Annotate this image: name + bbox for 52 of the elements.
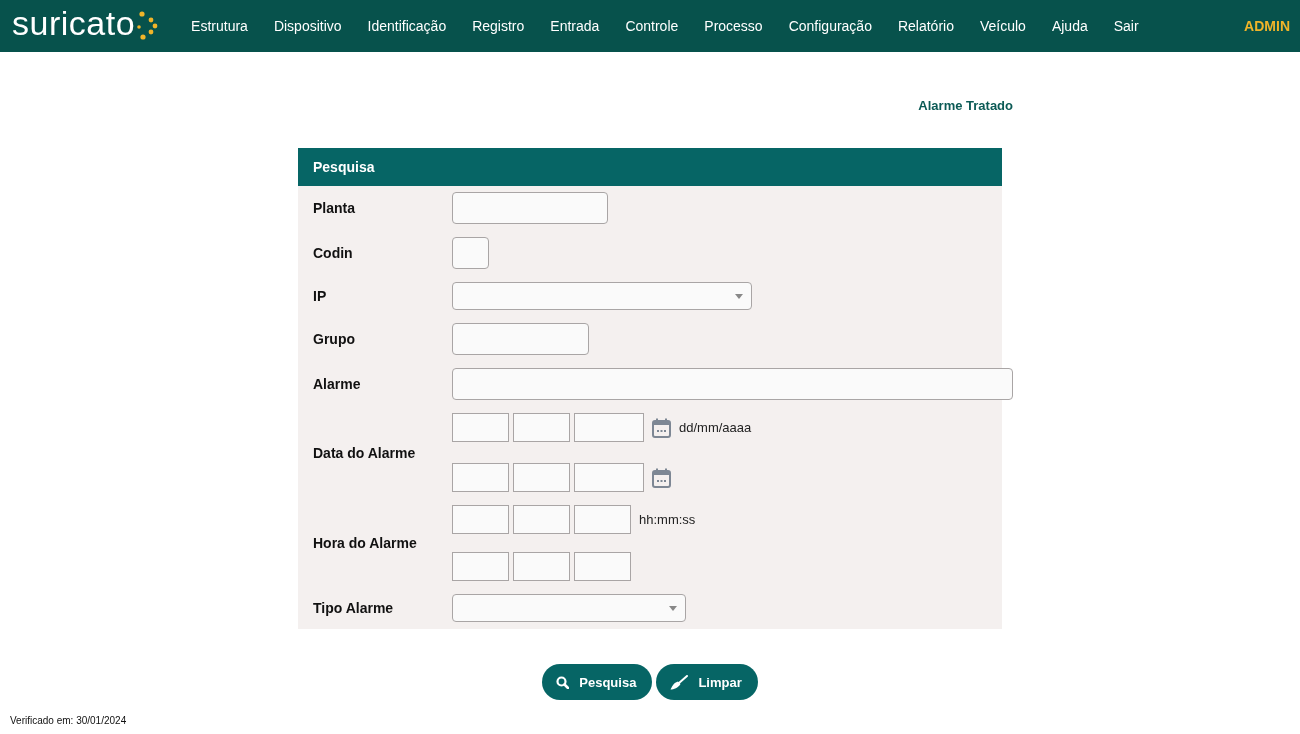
date-part-field[interactable] bbox=[452, 505, 509, 534]
calendar-icon[interactable] bbox=[652, 417, 671, 438]
logo-text: suricato bbox=[12, 6, 136, 44]
date-part-field[interactable] bbox=[452, 463, 509, 492]
format-hint: dd/mm/aaaa bbox=[679, 420, 752, 435]
menu-item[interactable]: Processo bbox=[691, 18, 776, 34]
text-field[interactable] bbox=[452, 323, 589, 355]
date-part-field[interactable] bbox=[513, 505, 570, 534]
menu-item[interactable]: Relatório bbox=[884, 18, 967, 34]
menu-item[interactable]: Sair bbox=[1100, 18, 1152, 34]
search-icon bbox=[556, 675, 570, 689]
date-part-field[interactable] bbox=[513, 463, 570, 492]
page-title: Alarme Tratado bbox=[917, 98, 1013, 113]
date-part-field[interactable] bbox=[574, 413, 644, 442]
search-button[interactable]: Pesquisa bbox=[542, 664, 653, 700]
date-part-field[interactable] bbox=[452, 413, 509, 442]
panel-header: Pesquisa bbox=[298, 148, 1002, 186]
menu-item[interactable]: Registro bbox=[459, 18, 538, 34]
text-field[interactable] bbox=[452, 192, 608, 224]
field-label: Tipo Alarme bbox=[313, 600, 395, 616]
menu-item[interactable]: Configuração bbox=[775, 18, 885, 34]
user-name[interactable]: ADMIN bbox=[1244, 18, 1290, 34]
text-field[interactable] bbox=[452, 237, 489, 269]
verification-date: Verificado em: 30/01/2024 bbox=[10, 715, 127, 726]
text-field[interactable] bbox=[452, 368, 1013, 400]
field-label: Alarme bbox=[313, 376, 362, 392]
menu-item[interactable]: Identificação bbox=[354, 18, 460, 34]
dropdown-field[interactable] bbox=[452, 594, 686, 622]
dropdown-field[interactable] bbox=[452, 282, 752, 310]
calendar-icon[interactable] bbox=[652, 467, 671, 488]
menu-item[interactable]: Dispositivo bbox=[260, 18, 355, 34]
date-part-field[interactable] bbox=[574, 463, 644, 492]
date-part-field[interactable] bbox=[574, 505, 631, 534]
broom-icon bbox=[670, 674, 689, 690]
clear-button[interactable]: Limpar bbox=[656, 664, 758, 700]
dots-logo-icon bbox=[136, 9, 159, 43]
field-label: Planta bbox=[313, 200, 356, 216]
date-part-field[interactable] bbox=[574, 552, 631, 581]
field-label: Hora do Alarme bbox=[313, 535, 418, 551]
menu-item[interactable]: Entrada bbox=[537, 18, 613, 34]
menu-item[interactable]: Ajuda bbox=[1038, 18, 1101, 34]
menu-item[interactable]: Estrutura bbox=[178, 18, 261, 34]
date-part-field[interactable] bbox=[513, 413, 570, 442]
date-part-field[interactable] bbox=[513, 552, 570, 581]
format-hint: hh:mm:ss bbox=[639, 512, 696, 527]
date-part-field[interactable] bbox=[452, 552, 509, 581]
menu-item[interactable]: Veículo bbox=[966, 18, 1039, 34]
field-label: IP bbox=[313, 288, 328, 304]
menu-item[interactable]: Controle bbox=[612, 18, 692, 34]
field-label: Codin bbox=[313, 245, 354, 261]
field-label: Data do Alarme bbox=[313, 444, 417, 461]
field-label: Grupo bbox=[313, 331, 356, 347]
